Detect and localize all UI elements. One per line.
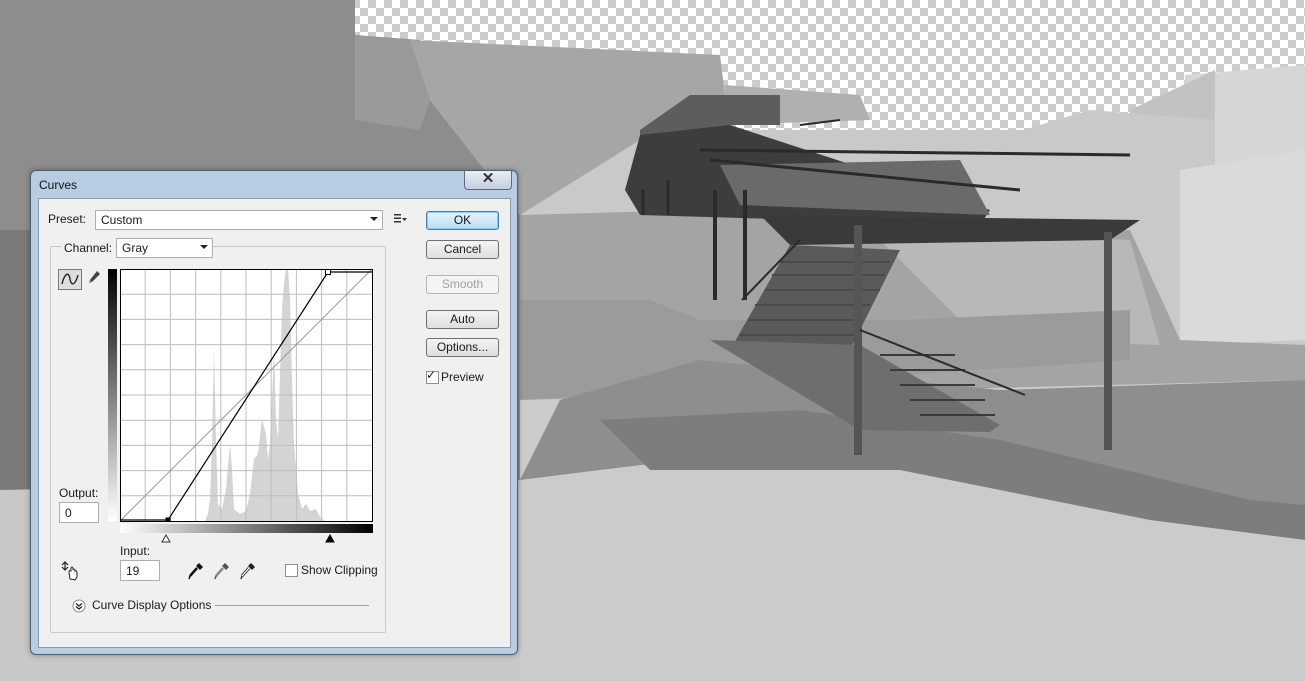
close-button[interactable]: ✕ (464, 170, 512, 190)
chevron-down-icon (370, 217, 378, 221)
expand-chevron-icon[interactable] (72, 599, 86, 613)
white-point-eyedropper-icon[interactable] (240, 562, 256, 580)
input-field[interactable]: 19 (120, 560, 160, 581)
chevron-down-icon (200, 245, 208, 249)
white-point-slider[interactable] (325, 534, 335, 543)
show-clipping-checkbox[interactable] (285, 564, 298, 577)
curves-dialog: Curves ✕ Preset: Custom OK Cancel Smooth… (30, 170, 518, 655)
channel-label: Channel: (61, 241, 116, 255)
curve-point-tool-button[interactable] (58, 269, 82, 290)
channel-value: Gray (122, 241, 149, 255)
options-button[interactable]: Options... (426, 338, 499, 357)
gray-point-eyedropper-icon[interactable] (214, 562, 230, 580)
output-field[interactable]: 0 (59, 502, 99, 523)
white-point-handle[interactable] (325, 269, 331, 275)
preset-options-icon[interactable] (394, 213, 408, 225)
cancel-button[interactable]: Cancel (426, 240, 499, 259)
dialog-body: Preset: Custom OK Cancel Smooth Auto Opt… (38, 198, 511, 648)
title-bar[interactable]: Curves ✕ (31, 170, 517, 198)
separator-line (215, 605, 369, 606)
smooth-button[interactable]: Smooth (426, 275, 499, 294)
curve-point-tool-icon (61, 273, 79, 285)
preview-label: Preview (441, 370, 484, 384)
channel-select[interactable]: Gray (116, 238, 213, 258)
target-adjustment-hand-icon[interactable] (61, 561, 81, 581)
checkmark-icon: ✓ (426, 368, 437, 382)
preview-checkbox[interactable]: ✓ (426, 368, 439, 384)
preset-label: Preset: (48, 212, 87, 226)
close-icon: ✕ (481, 170, 495, 187)
preset-value: Custom (101, 213, 143, 227)
curve-graph[interactable] (120, 269, 373, 522)
input-gradient-bar (120, 524, 373, 533)
show-clipping-label: Show Clipping (301, 563, 378, 577)
dialog-title: Curves (39, 178, 78, 192)
curve-display-options-label[interactable]: Curve Display Options (92, 598, 211, 612)
preset-select[interactable]: Custom (95, 210, 383, 230)
pencil-tool-icon[interactable] (86, 269, 102, 287)
input-value: 19 (126, 564, 140, 578)
output-value: 0 (65, 506, 72, 520)
auto-button[interactable]: Auto (426, 310, 499, 329)
output-gradient-bar (108, 269, 117, 521)
black-point-slider[interactable] (161, 534, 171, 543)
ok-button[interactable]: OK (426, 211, 499, 230)
black-point-eyedropper-icon[interactable] (188, 562, 204, 580)
output-label: Output: (59, 486, 99, 500)
input-label: Input: (120, 544, 151, 558)
